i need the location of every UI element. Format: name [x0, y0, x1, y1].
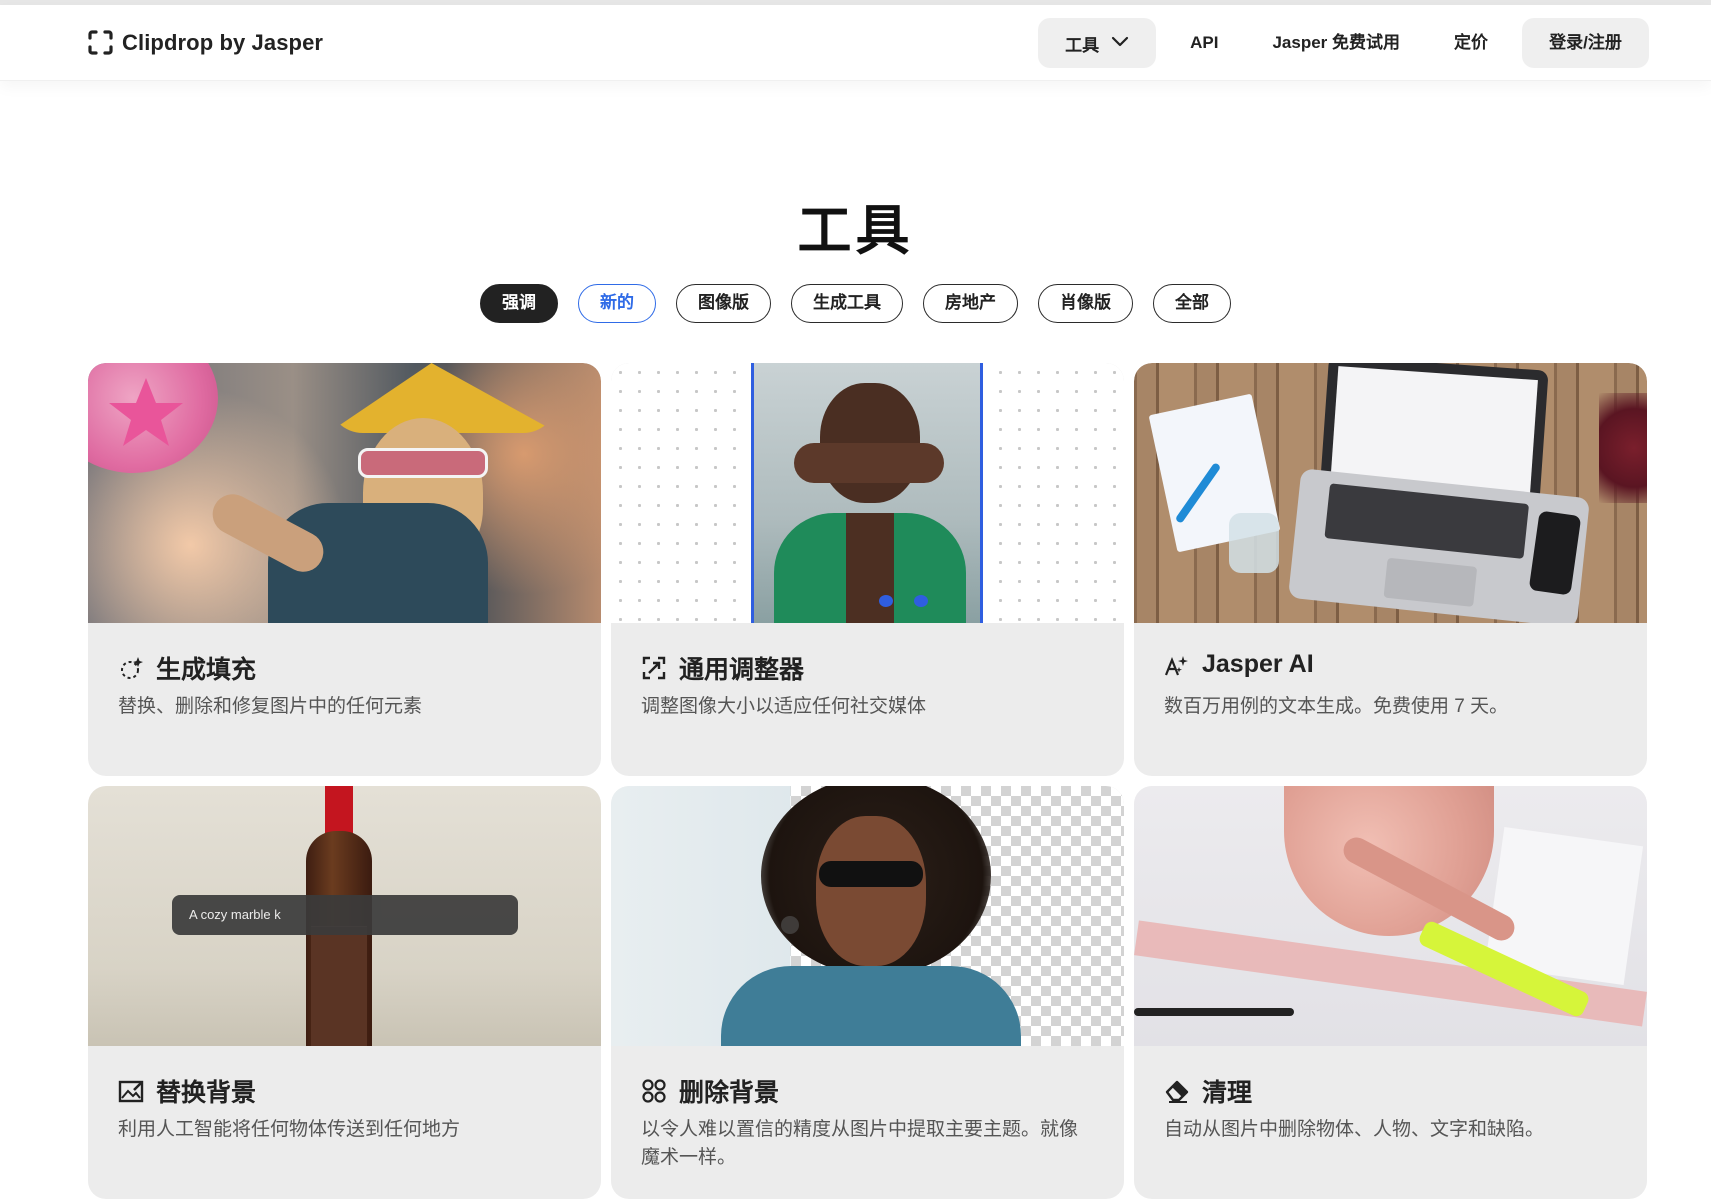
filter-chip-portrait[interactable]: 肖像版 [1038, 284, 1133, 323]
card-description: 自动从图片中删除物体、人物、文字和缺陷。 [1164, 1119, 1545, 1140]
card-title: 通用调整器 [679, 656, 805, 684]
card-title: 删除背景 [679, 1079, 780, 1107]
filter-chip-highlight[interactable]: 强调 [480, 284, 558, 323]
universal-resizer-image [611, 363, 1124, 623]
card-title-row: 删除背景 [641, 1073, 779, 1109]
eraser-icon [1164, 1078, 1190, 1104]
filter-chip-generative[interactable]: 生成工具 [791, 284, 903, 323]
logo-text: Clipdrop by Jasper [122, 29, 324, 55]
cleanup-image [1134, 786, 1647, 1046]
card-title-row: 替换背景 [118, 1073, 256, 1109]
card-description: 替换、删除和修复图片中的任何元素 [118, 696, 423, 717]
scissors-icon [641, 1078, 667, 1104]
image-edit-icon [118, 1078, 144, 1104]
tool-card-remove-background[interactable]: 删除背景 以令人难以置信的精度从图片中提取主要主题。就像魔术一样。 [611, 786, 1124, 1199]
replace-background-image: A cozy marble k [88, 786, 601, 1046]
card-description: 利用人工智能将任何物体传送到任何地方 [118, 1119, 461, 1140]
main-nav: 工具 API Jasper 免费试用 定价 登录/注册 [1038, 18, 1649, 68]
tool-card-generative-fill[interactable]: 生成填充 替换、删除和修复图片中的任何元素 [88, 363, 601, 776]
tools-dropdown-button[interactable]: 工具 [1038, 18, 1157, 68]
sparkle-icon [118, 655, 144, 681]
tool-card-jasper-ai[interactable]: Jasper AI 数百万用例的文本生成。免费使用 7 天。 [1134, 363, 1647, 776]
nav-trial-link[interactable]: Jasper 免费试用 [1252, 18, 1420, 68]
jasper-ai-image [1134, 363, 1647, 623]
prompt-caption: A cozy marble k [172, 895, 518, 935]
tool-card-universal-resizer[interactable]: 通用调整器 调整图像大小以适应任何社交媒体 [611, 363, 1124, 776]
clipdrop-logo-icon [87, 29, 114, 56]
filter-chip-image[interactable]: 图像版 [676, 284, 771, 323]
chevron-down-icon [1111, 33, 1129, 53]
filter-chip-all[interactable]: 全部 [1153, 284, 1231, 323]
card-title: 清理 [1202, 1079, 1253, 1107]
resize-icon [641, 655, 667, 681]
card-title-row: 生成填充 [118, 650, 256, 686]
card-title: 生成填充 [156, 656, 257, 684]
page-title: 工具 [797, 201, 914, 261]
filter-chips: 强调 新的 图像版 生成工具 房地产 肖像版 全部 [0, 284, 1711, 323]
tool-card-replace-background[interactable]: A cozy marble k 替换背景 利用人工智能将任何物体传送到任何地方 [88, 786, 601, 1199]
card-title: Jasper AI [1202, 650, 1314, 678]
card-description: 数百万用例的文本生成。免费使用 7 天。 [1164, 696, 1509, 717]
tool-card-cleanup[interactable]: 清理 自动从图片中删除物体、人物、文字和缺陷。 [1134, 786, 1647, 1199]
remove-background-image [611, 786, 1124, 1046]
card-description: 调整图像大小以适应任何社交媒体 [641, 696, 927, 717]
site-header: Clipdrop by Jasper 工具 API Jasper 免费试用 定价… [0, 5, 1711, 81]
card-title-row: Jasper AI [1164, 650, 1314, 679]
filter-chip-real-estate[interactable]: 房地产 [923, 284, 1018, 323]
nav-pricing-link[interactable]: 定价 [1434, 18, 1508, 68]
tools-grid: 生成填充 替换、删除和修复图片中的任何元素 通用调整器 调整图像大小以适应任何社… [88, 363, 1647, 1199]
nav-api-link[interactable]: API [1170, 18, 1238, 68]
card-description: 以令人难以置信的精度从图片中提取主要主题。就像魔术一样。 [641, 1119, 1079, 1168]
card-title-row: 通用调整器 [641, 650, 804, 686]
ai-text-icon [1164, 652, 1190, 678]
tools-label: 工具 [1065, 35, 1100, 55]
filter-chip-new[interactable]: 新的 [578, 284, 656, 323]
card-title: 替换背景 [156, 1079, 257, 1107]
generative-fill-image [88, 363, 601, 623]
login-register-button[interactable]: 登录/注册 [1522, 18, 1649, 68]
card-title-row: 清理 [1164, 1073, 1252, 1109]
logo[interactable]: Clipdrop by Jasper [87, 29, 323, 56]
